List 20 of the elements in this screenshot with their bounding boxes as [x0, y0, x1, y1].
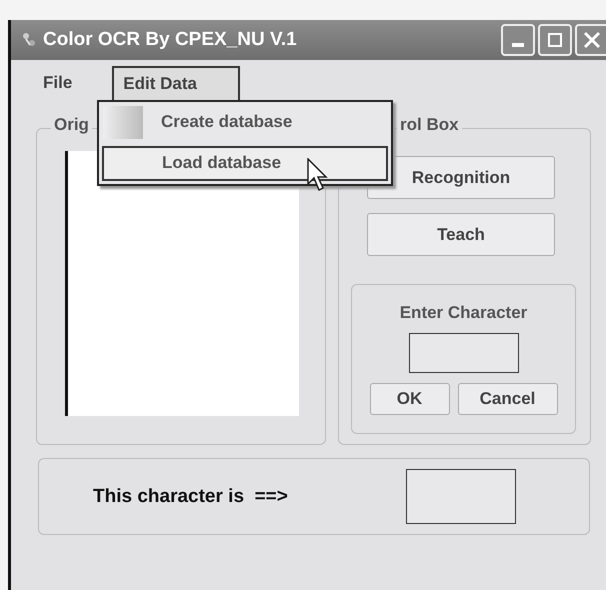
maximize-icon	[547, 32, 563, 48]
close-icon	[583, 31, 601, 49]
dialog-button[interactable]: OK	[370, 383, 450, 415]
minimize-button[interactable]	[501, 24, 535, 56]
action-button[interactable]: Teach	[367, 213, 555, 256]
group-label: Enter Character	[400, 303, 528, 323]
result-label: This character is ==>	[93, 486, 289, 508]
dialog-button[interactable]: Cancel	[458, 383, 558, 415]
menu-item[interactable]: File	[33, 66, 82, 100]
character-input-field[interactable]	[408, 333, 518, 373]
menu-entry[interactable]: Create database	[102, 105, 388, 140]
menu-item[interactable]: Edit Data	[112, 66, 240, 100]
menu-entry[interactable]: Load database	[102, 146, 388, 181]
action-button[interactable]: Recognition	[367, 156, 555, 199]
app-icon	[21, 31, 37, 49]
close-button[interactable]	[575, 24, 606, 56]
window-title: Color OCR By CPEX_NU V.1	[43, 29, 298, 51]
minimize-icon	[512, 43, 524, 47]
group-label: Orig	[51, 115, 92, 135]
maximize-button[interactable]	[538, 24, 572, 56]
